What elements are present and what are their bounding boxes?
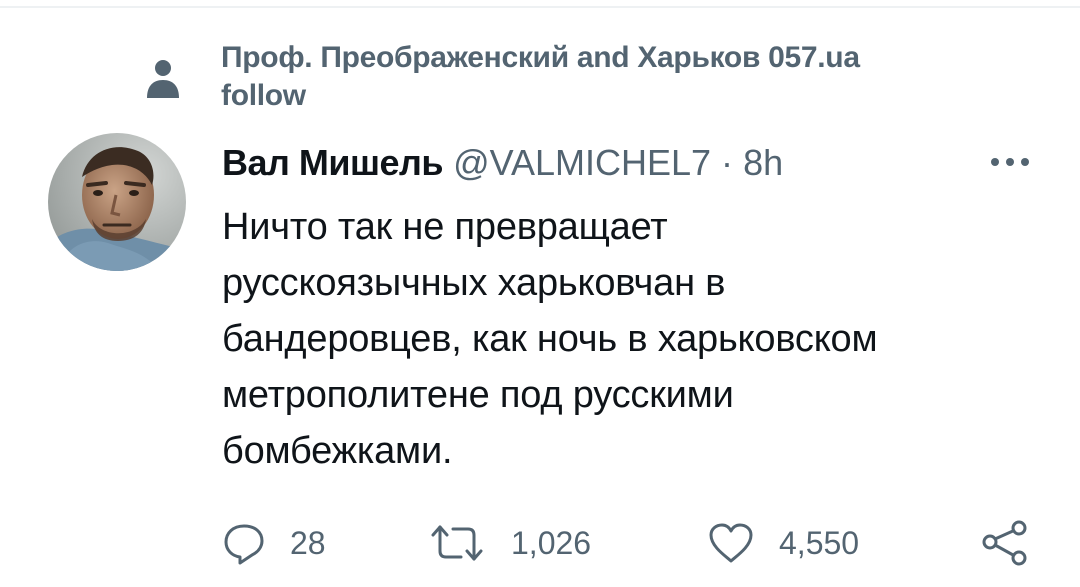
avatar[interactable]: [48, 133, 186, 271]
reply-icon: [222, 521, 266, 565]
like-count: 4,550: [779, 525, 860, 561]
reply-button[interactable]: 28: [222, 518, 326, 568]
more-button[interactable]: [985, 150, 1035, 174]
tweet-header: Вал Мишель @VALMICHEL7 · 8h: [222, 140, 783, 186]
retweet-button[interactable]: 1,026: [427, 518, 591, 568]
author-display-name[interactable]: Вал Мишель: [222, 142, 444, 183]
person-icon: [145, 58, 181, 100]
social-context: Проф. Преображенский and Харьков 057.ua …: [145, 38, 1025, 118]
reply-count: 28: [290, 525, 326, 561]
follow-link[interactable]: follow: [221, 78, 860, 114]
social-context-label[interactable]: Проф. Преображенский and Харьков 057.ua: [221, 41, 860, 74]
retweet-count: 1,026: [511, 525, 592, 561]
more-dots-icon: [985, 150, 1035, 174]
retweet-icon: [427, 521, 487, 565]
social-context-text: Проф. Преображенский and Харьков 057.ua …: [221, 38, 860, 114]
like-button[interactable]: 4,550: [707, 518, 859, 568]
author-handle[interactable]: @VALMICHEL7: [453, 142, 711, 183]
tweet-text: Ничто так не превращает русскоязычных ха…: [222, 206, 878, 472]
tweet-page: Проф. Преображенский and Харьков 057.ua …: [0, 0, 1080, 587]
divider: [0, 6, 1080, 8]
separator-dot: ·: [721, 142, 734, 183]
share-button[interactable]: [980, 518, 1030, 568]
tweet-actions: 28 1,026 4,550: [222, 518, 1042, 568]
tweet-timestamp[interactable]: 8h: [743, 142, 783, 183]
heart-icon: [707, 521, 755, 565]
share-icon: [980, 518, 1030, 568]
